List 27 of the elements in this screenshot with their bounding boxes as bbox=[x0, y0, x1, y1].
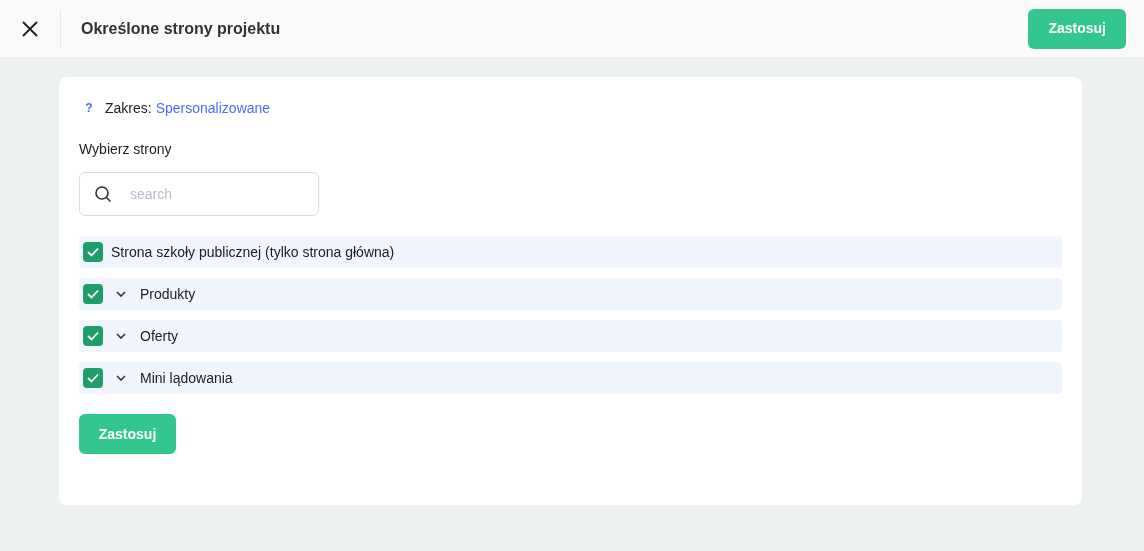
section-label: Wybierz strony bbox=[79, 140, 173, 159]
checkbox[interactable] bbox=[83, 242, 103, 262]
help-icon[interactable]: ? bbox=[79, 99, 99, 117]
check-icon bbox=[87, 331, 99, 341]
scope-link[interactable]: Spersonalizowane bbox=[155, 97, 271, 119]
page-row[interactable]: Strona szkoły publicznej (tylko strona główna) bbox=[79, 236, 1062, 268]
page-row[interactable]: Oferty bbox=[79, 320, 1062, 352]
page-label: Produkty bbox=[140, 284, 196, 304]
check-icon bbox=[87, 373, 99, 383]
page-row[interactable]: Mini lądowania bbox=[79, 362, 1062, 394]
chevron-down-icon[interactable] bbox=[116, 291, 126, 297]
checkbox[interactable] bbox=[83, 326, 103, 346]
close-icon bbox=[21, 19, 39, 38]
search-field[interactable]: search bbox=[79, 172, 319, 216]
chevron-down-icon[interactable] bbox=[116, 333, 126, 339]
check-icon bbox=[87, 289, 99, 299]
page-row[interactable]: Produkty bbox=[79, 278, 1062, 310]
page-label: Mini lądowania bbox=[140, 368, 233, 388]
checkbox[interactable] bbox=[83, 284, 103, 304]
scope-label: Zakres: bbox=[105, 98, 152, 118]
page-title: Określone strony projektu bbox=[81, 18, 281, 39]
page-label: Strona szkoły publicznej (tylko strona główna) bbox=[111, 242, 395, 262]
search-icon bbox=[94, 185, 112, 203]
checkbox[interactable] bbox=[83, 368, 103, 388]
chevron-down-icon[interactable] bbox=[116, 375, 126, 381]
check-icon bbox=[87, 247, 99, 257]
page-label: Oferty bbox=[140, 326, 179, 346]
